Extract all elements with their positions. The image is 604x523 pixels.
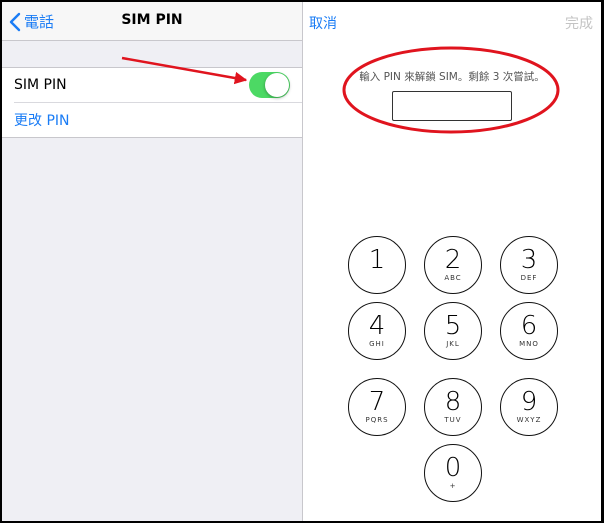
keypad-key-5[interactable]: 5 JKL [424, 302, 482, 360]
key-letters: + [449, 482, 457, 490]
key-letters: MNO [519, 340, 539, 348]
keypad-key-2[interactable]: 2 ABC [424, 236, 482, 294]
change-pin-link[interactable]: 更改 PIN [14, 102, 302, 137]
key-digit: 1 [368, 245, 386, 275]
change-pin-label: 更改 PIN [14, 113, 70, 129]
key-letters: ABC [444, 274, 462, 282]
keypad-key-7[interactable]: 7 PQRS [348, 378, 406, 436]
toggle-knob [265, 73, 289, 97]
keypad-key-9[interactable]: 9 WXYZ [500, 378, 558, 436]
key-letters: DEF [520, 274, 538, 282]
done-button[interactable]: 完成 [565, 13, 593, 33]
pin-input[interactable] [392, 91, 512, 121]
sim-pin-label: SIM PIN [14, 77, 67, 93]
keypad-key-8[interactable]: 8 TUV [424, 378, 482, 436]
settings-pane: 電話 SIM PIN SIM PIN 更改 PIN [2, 2, 303, 521]
key-letters: GHI [369, 340, 385, 348]
key-letters: JKL [446, 340, 460, 348]
keypad-key-0[interactable]: 0 + [424, 444, 482, 502]
screenshot-frame: 電話 SIM PIN SIM PIN 更改 PIN 取消 完成 輸入 PIN 來… [2, 2, 601, 521]
key-digit: 8 [444, 387, 462, 417]
key-digit: 3 [520, 245, 538, 275]
pin-prompt: 輸入 PIN 來解鎖 SIM。剩餘 3 次嘗試。 [359, 71, 545, 83]
sim-pin-settings-group: SIM PIN 更改 PIN [2, 67, 302, 138]
cancel-button[interactable]: 取消 [309, 13, 337, 33]
sim-pin-row: SIM PIN [2, 68, 302, 102]
key-letters: PQRS [365, 416, 389, 424]
keypad-key-3[interactable]: 3 DEF [500, 236, 558, 294]
pin-entry-pane: 取消 完成 輸入 PIN 來解鎖 SIM。剩餘 3 次嘗試。 1 2 ABC 3 DEF… [303, 2, 601, 521]
key-digit: 9 [520, 387, 538, 417]
key-digit: 2 [444, 245, 462, 275]
keypad-key-1[interactable]: 1 [348, 236, 406, 294]
key-digit: 0 [444, 453, 462, 483]
key-digit: 4 [368, 311, 386, 341]
key-letters: WXYZ [516, 416, 542, 424]
key-letters: TUV [444, 416, 462, 424]
key-digit: 5 [444, 311, 462, 341]
settings-nav-bar: 電話 SIM PIN [2, 2, 302, 41]
page-title: SIM PIN [121, 12, 183, 28]
key-digit: 6 [520, 311, 538, 341]
keypad-key-4[interactable]: 4 GHI [348, 302, 406, 360]
sim-pin-toggle[interactable] [249, 72, 290, 98]
keypad-key-6[interactable]: 6 MNO [500, 302, 558, 360]
key-digit: 7 [368, 387, 386, 417]
